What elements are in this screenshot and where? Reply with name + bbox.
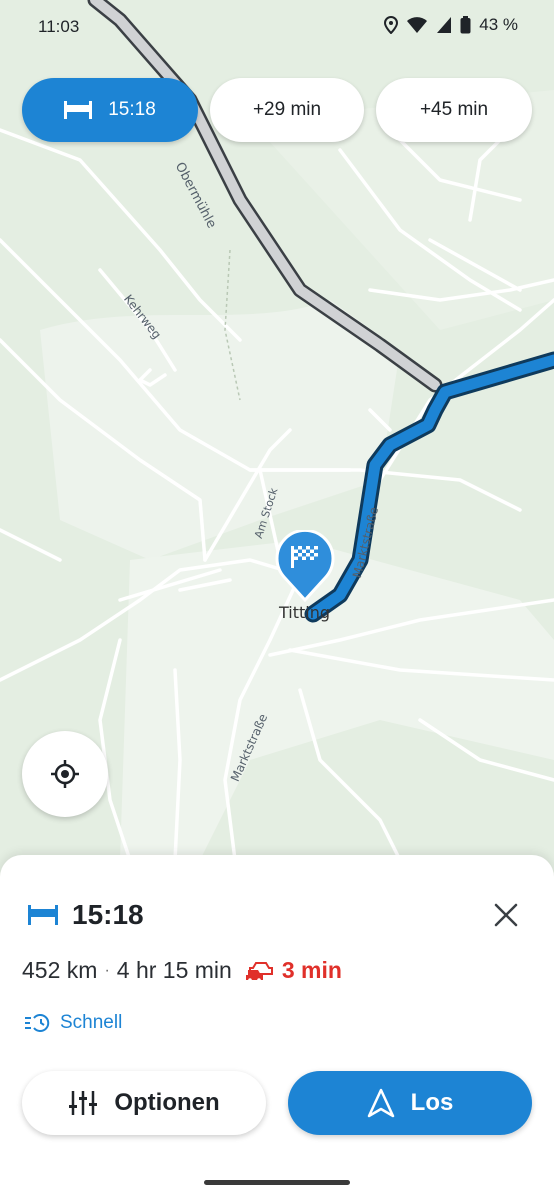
separator-dot: ·	[104, 961, 110, 979]
sliders-icon	[69, 1091, 98, 1115]
signal-icon	[437, 17, 452, 33]
route-alternatives: 15:18 +29 min +45 min	[22, 78, 532, 142]
destination-pin[interactable]	[275, 530, 335, 602]
route-chip-primary[interactable]: 15:18	[22, 78, 198, 142]
crosshair-icon	[51, 760, 79, 788]
location-icon	[384, 16, 399, 34]
route-info-row: 452 km · 4 hr 15 min 3 min	[22, 957, 342, 984]
destination-flag-icon	[28, 905, 58, 925]
place-label-titting: Titting	[279, 603, 331, 622]
route-summary-sheet: 15:18 452 km · 4 hr 15 min 3 min Schnell	[0, 855, 554, 1200]
traffic-delay: 3 min	[245, 957, 342, 984]
route-duration: 4 hr 15 min	[116, 957, 232, 983]
route-chip-alt-1[interactable]: +29 min	[210, 78, 364, 142]
options-button-label: Optionen	[114, 1089, 220, 1116]
wifi-icon	[407, 17, 428, 33]
home-indicator[interactable]	[204, 1180, 350, 1185]
route-chip-alt-1-label: +29 min	[252, 99, 322, 120]
route-chip-primary-label: 15:18	[108, 99, 156, 120]
route-chip-alt-2-label: +45 min	[419, 99, 489, 120]
close-icon[interactable]	[492, 901, 520, 929]
status-time: 11:03	[38, 17, 80, 36]
battery-level: 43 %	[479, 15, 518, 34]
route-mode[interactable]: Schnell	[24, 1012, 122, 1034]
destination-flag-icon	[64, 101, 93, 119]
traffic-delay-value: 3 min	[281, 957, 342, 983]
options-button[interactable]: Optionen	[22, 1071, 266, 1135]
battery-icon	[460, 16, 471, 34]
navigation-arrow-icon	[367, 1088, 394, 1118]
go-button[interactable]: Los	[288, 1071, 532, 1135]
traffic-cars-icon	[245, 961, 273, 982]
route-distance: 452 km	[22, 957, 98, 983]
go-button-label: Los	[410, 1089, 454, 1116]
route-mode-label: Schnell	[60, 1012, 123, 1033]
route-chip-alt-2[interactable]: +45 min	[376, 78, 532, 142]
checkered-flag-icon	[275, 530, 335, 602]
my-location-button[interactable]	[22, 731, 108, 817]
eta-row: 15:18	[28, 899, 144, 931]
arrival-time: 15:18	[72, 899, 144, 930]
fast-history-icon	[25, 1014, 50, 1032]
status-bar: 11:03 43 %	[0, 0, 554, 56]
